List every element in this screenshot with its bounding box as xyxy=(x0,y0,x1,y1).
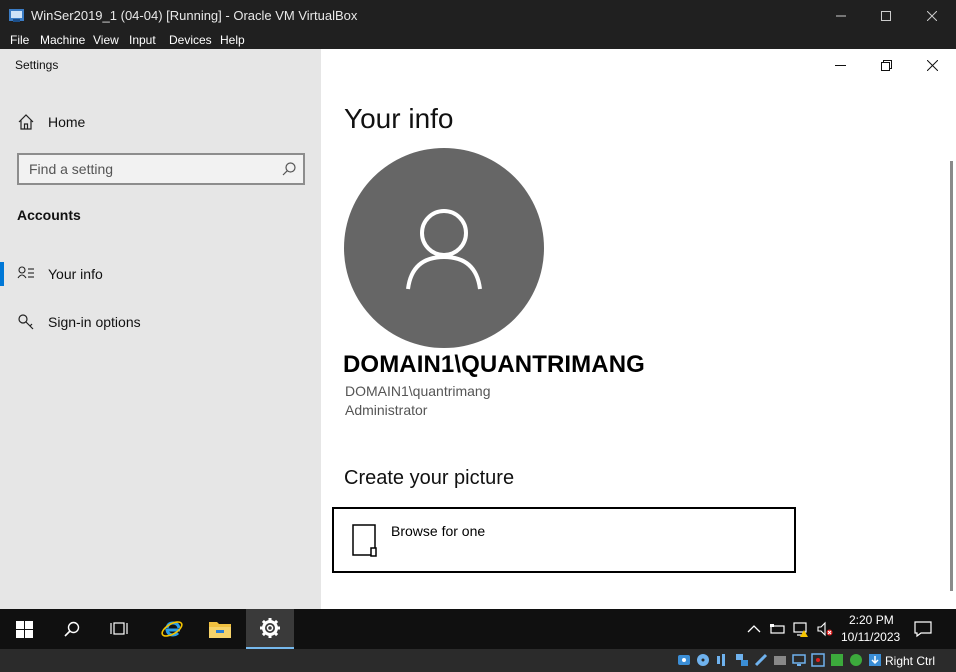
search-field[interactable] xyxy=(17,153,305,185)
host-key-label: Right Ctrl xyxy=(885,654,936,668)
nav-sign-in-options[interactable]: Sign-in options xyxy=(0,304,321,340)
selection-indicator xyxy=(0,262,4,286)
task-view-icon xyxy=(110,622,128,635)
network-warning-icon[interactable] xyxy=(793,621,809,637)
user-account-name: DOMAIN1\quantrimang xyxy=(345,383,491,399)
vbox-titlebar: WinSer2019_1 (04-04) [Running] - Oracle … xyxy=(0,0,956,31)
hard-disk-icon[interactable] xyxy=(677,653,691,667)
nav-your-info[interactable]: Your info xyxy=(0,256,321,292)
optical-drive-icon[interactable] xyxy=(696,653,710,667)
window-title: WinSer2019_1 (04-04) [Running] - Oracle … xyxy=(31,8,358,23)
section-title-accounts: Accounts xyxy=(17,207,81,223)
internet-explorer-button[interactable] xyxy=(148,609,196,649)
browse-for-one-label: Browse for one xyxy=(391,523,486,539)
search-icon xyxy=(282,162,296,176)
settings-taskbar-button[interactable] xyxy=(246,609,294,649)
network-adapter-icon[interactable] xyxy=(735,653,749,667)
windows-logo-icon xyxy=(15,620,33,638)
menu-help[interactable]: Help xyxy=(220,33,245,47)
search-input[interactable] xyxy=(29,160,274,178)
vbox-menubar: File Machine View Input Devices Help xyxy=(0,31,956,49)
settings-close-button[interactable] xyxy=(909,49,955,81)
close-icon xyxy=(926,59,938,71)
page-title: Your info xyxy=(344,103,454,134)
taskbar-clock-date[interactable]: 10/11/2023 xyxy=(841,630,900,644)
settings-minimize-button[interactable] xyxy=(817,49,863,81)
minimize-icon xyxy=(834,64,846,66)
mouse-integration-icon[interactable] xyxy=(868,653,882,667)
scrollbar[interactable] xyxy=(950,161,953,591)
create-picture-heading: Create your picture xyxy=(344,467,515,489)
task-view-button[interactable] xyxy=(96,609,144,649)
nav-home-label: Home xyxy=(48,114,86,130)
settings-content: Your info DOMAIN1\QUANTRIMANG DOMAIN1\qu… xyxy=(321,49,956,609)
avatar xyxy=(344,148,544,348)
browse-for-one-button[interactable]: Browse for one xyxy=(332,507,796,573)
user-role: Administrator xyxy=(345,402,428,418)
file-explorer-button[interactable] xyxy=(196,609,244,649)
nav-sign-in-options-label: Sign-in options xyxy=(48,314,141,330)
user-icon xyxy=(406,209,482,290)
file-icon xyxy=(352,524,377,557)
settings-app-title: Settings xyxy=(15,58,59,72)
shared-folders-icon[interactable] xyxy=(773,653,787,667)
menu-view[interactable]: View xyxy=(93,33,119,47)
cpu-activity-icon[interactable] xyxy=(849,653,863,667)
taskbar-search-button[interactable] xyxy=(48,609,96,649)
settings-restore-button[interactable] xyxy=(863,49,909,81)
device-icon[interactable] xyxy=(769,621,785,637)
audio-icon[interactable] xyxy=(715,653,729,667)
video-capture-icon[interactable] xyxy=(811,653,825,667)
display-icon[interactable] xyxy=(792,653,806,667)
minimize-icon xyxy=(836,15,846,16)
chevron-up-icon[interactable] xyxy=(746,621,762,637)
search-icon xyxy=(64,621,80,637)
vbox-statusbar: Right Ctrl xyxy=(0,649,956,672)
virtualbox-app-icon xyxy=(9,9,24,22)
home-icon xyxy=(18,114,34,130)
gear-icon xyxy=(260,618,280,638)
menu-input[interactable]: Input xyxy=(129,33,156,47)
close-icon xyxy=(927,10,937,21)
key-icon xyxy=(18,314,34,330)
start-button[interactable] xyxy=(0,609,48,649)
menu-machine[interactable]: Machine xyxy=(40,33,85,47)
usb-icon[interactable] xyxy=(754,653,768,667)
internet-explorer-icon xyxy=(161,621,183,637)
nav-your-info-label: Your info xyxy=(48,266,103,282)
guest-additions-icon[interactable] xyxy=(830,653,844,667)
restore-icon xyxy=(880,59,892,71)
minimize-button[interactable] xyxy=(818,0,864,31)
user-display-name: DOMAIN1\QUANTRIMANG xyxy=(343,351,645,378)
volume-muted-icon[interactable] xyxy=(817,621,833,637)
maximize-icon xyxy=(881,10,891,21)
folder-icon xyxy=(209,622,231,638)
maximize-button[interactable] xyxy=(863,0,909,31)
guest-screen: Settings Home Accounts Your xyxy=(0,49,956,609)
taskbar: 2:20 PM 10/11/2023 xyxy=(0,609,956,649)
settings-sidebar: Settings Home Accounts Your xyxy=(0,49,321,609)
action-center-icon[interactable] xyxy=(914,620,932,638)
nav-home[interactable]: Home xyxy=(0,104,321,140)
menu-devices[interactable]: Devices xyxy=(169,33,212,47)
taskbar-clock-time[interactable]: 2:20 PM xyxy=(849,613,894,627)
close-button[interactable] xyxy=(909,0,955,31)
menu-file[interactable]: File xyxy=(10,33,29,47)
person-list-icon xyxy=(17,266,34,279)
